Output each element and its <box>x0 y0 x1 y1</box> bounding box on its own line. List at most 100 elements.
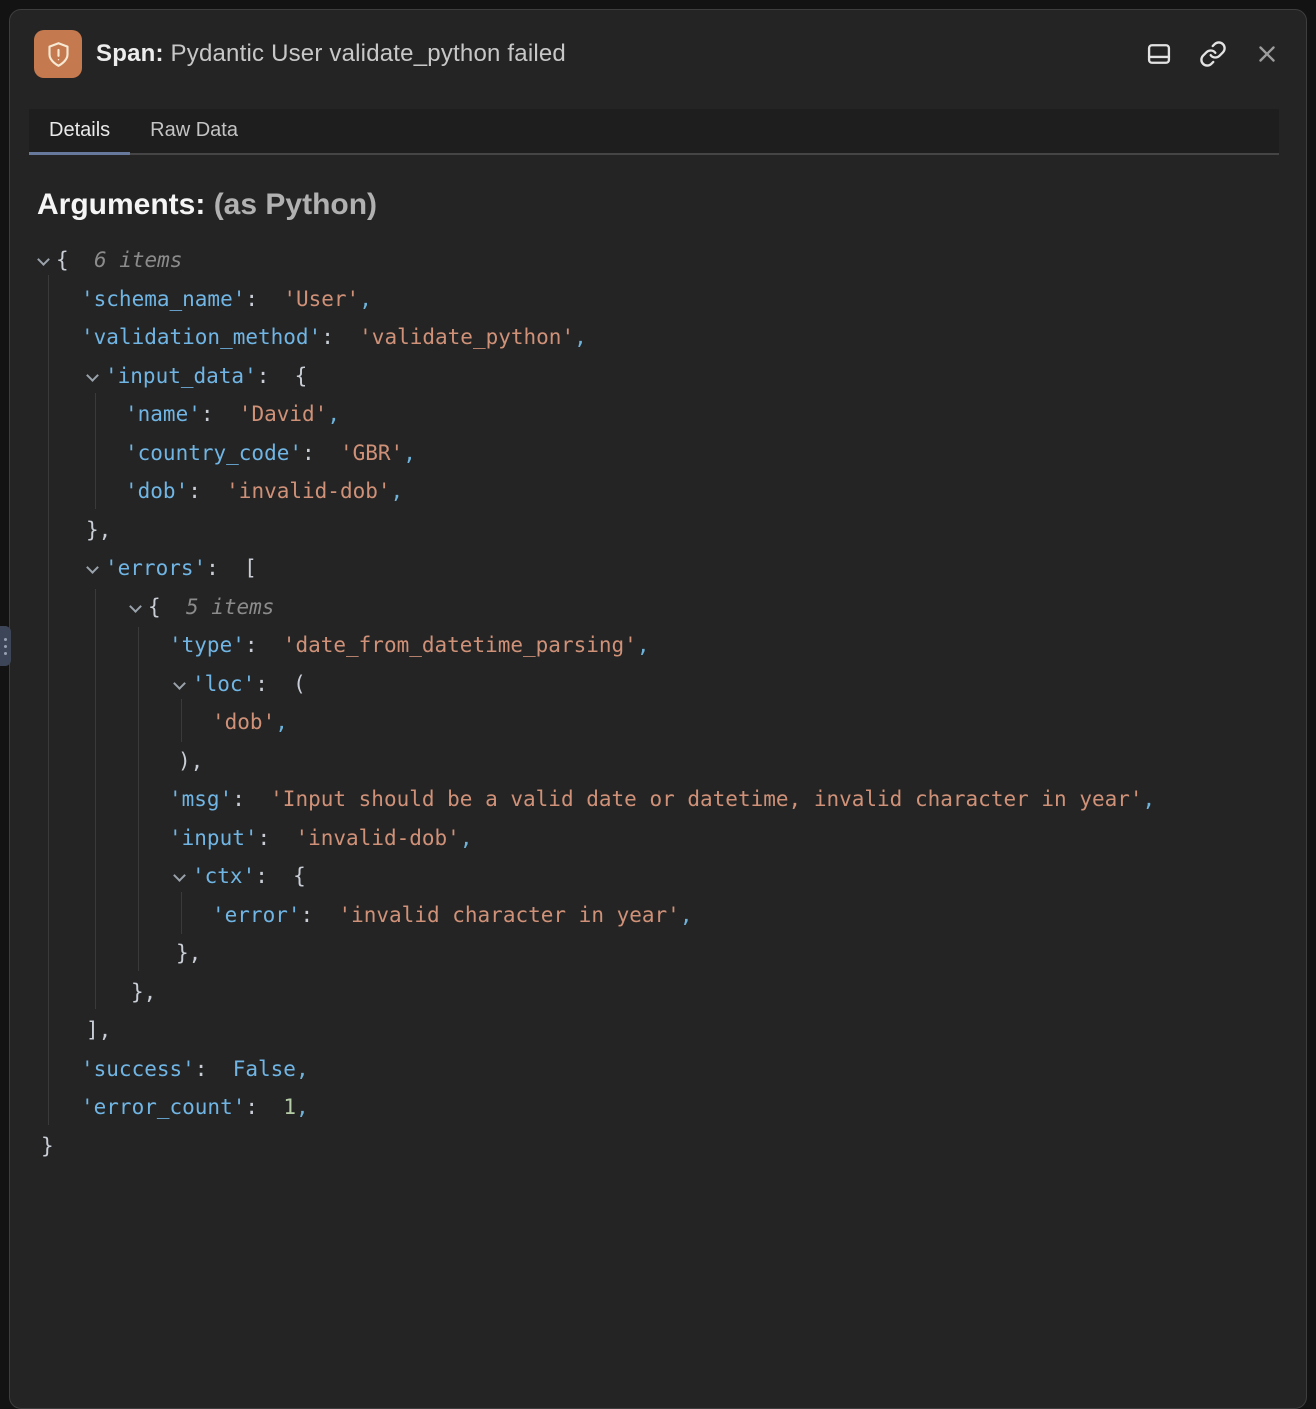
chevron-down-icon[interactable] <box>37 253 50 266</box>
indent-guide <box>95 393 96 509</box>
code-token: 'errors' <box>105 556 206 580</box>
chevron-down-icon[interactable] <box>173 869 186 882</box>
code-token: 'ctx' <box>192 864 255 888</box>
code-token: 'invalid-dob' <box>270 826 460 850</box>
chevron-down-icon[interactable] <box>86 561 99 574</box>
code-token: : <box>201 402 214 426</box>
code-token: : <box>257 364 270 388</box>
code-line: 'dob': 'invalid-dob', <box>10 472 1306 511</box>
code-token: : <box>206 556 219 580</box>
code-token: { <box>268 864 306 888</box>
code-token: 6 items <box>69 248 183 272</box>
code-line: 'type': 'date_from_datetime_parsing', <box>10 626 1306 665</box>
code-token: , <box>296 1057 309 1081</box>
code-line: 'input': 'invalid-dob', <box>10 819 1306 858</box>
code-token: , <box>574 325 587 349</box>
code-line: { 5 items <box>10 588 1306 627</box>
code-token: : <box>195 1057 208 1081</box>
code-line: ), <box>10 742 1306 781</box>
code-token: , <box>359 287 372 311</box>
code-token: 'msg' <box>169 787 232 811</box>
code-line: 'error': 'invalid character in year', <box>10 896 1306 935</box>
page-title: Arguments: (as Python) <box>37 188 377 222</box>
code-token: 'name' <box>125 402 201 426</box>
panel-title: Span: Pydantic User validate_python fail… <box>96 40 1144 68</box>
code-token: 'invalid character in year' <box>313 903 680 927</box>
code-token: [ <box>219 556 257 580</box>
close-icon[interactable] <box>1252 39 1282 69</box>
code-line: }, <box>10 511 1306 550</box>
code-token: ], <box>86 1018 111 1042</box>
panel-bottom-icon[interactable] <box>1144 39 1174 69</box>
code-line: }, <box>10 973 1306 1012</box>
code-line: 'errors': [ <box>10 549 1306 588</box>
code-line: } <box>10 1127 1306 1166</box>
chevron-down-icon[interactable] <box>86 369 99 382</box>
code-token: 'Input should be a valid date or datetim… <box>245 787 1143 811</box>
code-token: , <box>296 1095 309 1119</box>
header-actions <box>1144 39 1282 69</box>
indent-guide <box>48 275 49 1125</box>
tab-raw-data[interactable]: Raw Data <box>130 109 258 155</box>
code-token: 'type' <box>169 633 245 657</box>
indent-guide <box>181 892 182 934</box>
code-token: : <box>245 287 258 311</box>
arguments-label: Arguments: <box>37 188 205 221</box>
panel-header: Span: Pydantic User validate_python fail… <box>34 25 1282 83</box>
code-line: 'msg': 'Input should be a valid date or … <box>10 780 1306 819</box>
code-line: }, <box>10 934 1306 973</box>
code-line: 'name': 'David', <box>10 395 1306 434</box>
panel-title-text: Pydantic User validate_python failed <box>171 40 566 67</box>
code-token: 1 <box>258 1095 296 1119</box>
code-token: : <box>301 903 314 927</box>
code-line: 'country_code': 'GBR', <box>10 434 1306 473</box>
code-token: ( <box>268 672 306 696</box>
chevron-down-icon[interactable] <box>129 600 142 613</box>
panel-resize-handle[interactable] <box>0 626 11 666</box>
code-token: 'country_code' <box>125 441 302 465</box>
code-line: ], <box>10 1011 1306 1050</box>
code-token: False <box>207 1057 296 1081</box>
code-line: 'loc': ( <box>10 665 1306 704</box>
code-token: 'validate_python' <box>334 325 574 349</box>
code-token: }, <box>131 980 156 1004</box>
link-icon[interactable] <box>1198 39 1228 69</box>
code-token: 'error' <box>212 903 301 927</box>
code-token: 'David' <box>214 402 328 426</box>
code-token: }, <box>176 941 201 965</box>
code-line: 'validation_method': 'validate_python', <box>10 318 1306 357</box>
code-token: { <box>56 248 69 272</box>
tab-details[interactable]: Details <box>29 109 130 155</box>
code-token: : <box>255 864 268 888</box>
code-line: 'ctx': { <box>10 857 1306 896</box>
chevron-down-icon[interactable] <box>173 677 186 690</box>
span-detail-panel: Span: Pydantic User validate_python fail… <box>9 9 1307 1409</box>
code-token: : <box>188 479 201 503</box>
code-token: 'success' <box>81 1057 195 1081</box>
code-token: : <box>255 672 268 696</box>
code-token: 'input_data' <box>105 364 257 388</box>
code-token: 'validation_method' <box>81 325 321 349</box>
code-token: }, <box>86 518 111 542</box>
code-token: , <box>1143 787 1156 811</box>
panel-title-kind: Span: <box>96 40 164 67</box>
code-token: 'loc' <box>192 672 255 696</box>
indent-guide <box>95 589 96 1009</box>
code-token: : <box>245 633 258 657</box>
code-line: { 6 items <box>10 241 1306 280</box>
code-token: 'invalid-dob' <box>201 479 391 503</box>
indent-guide <box>181 699 182 742</box>
code-token: , <box>327 402 340 426</box>
code-token: 'error_count' <box>81 1095 245 1119</box>
span-badge <box>34 30 82 78</box>
code-token: 'User' <box>258 287 359 311</box>
code-token: : <box>302 441 315 465</box>
code-token: , <box>403 441 416 465</box>
code-token: , <box>680 903 693 927</box>
code-line: 'dob', <box>10 703 1306 742</box>
code-line: 'error_count': 1, <box>10 1088 1306 1127</box>
code-token: } <box>41 1134 54 1158</box>
arguments-format-label: (as Python) <box>214 188 377 221</box>
code-line: 'schema_name': 'User', <box>10 280 1306 319</box>
code-token: ), <box>178 749 203 773</box>
